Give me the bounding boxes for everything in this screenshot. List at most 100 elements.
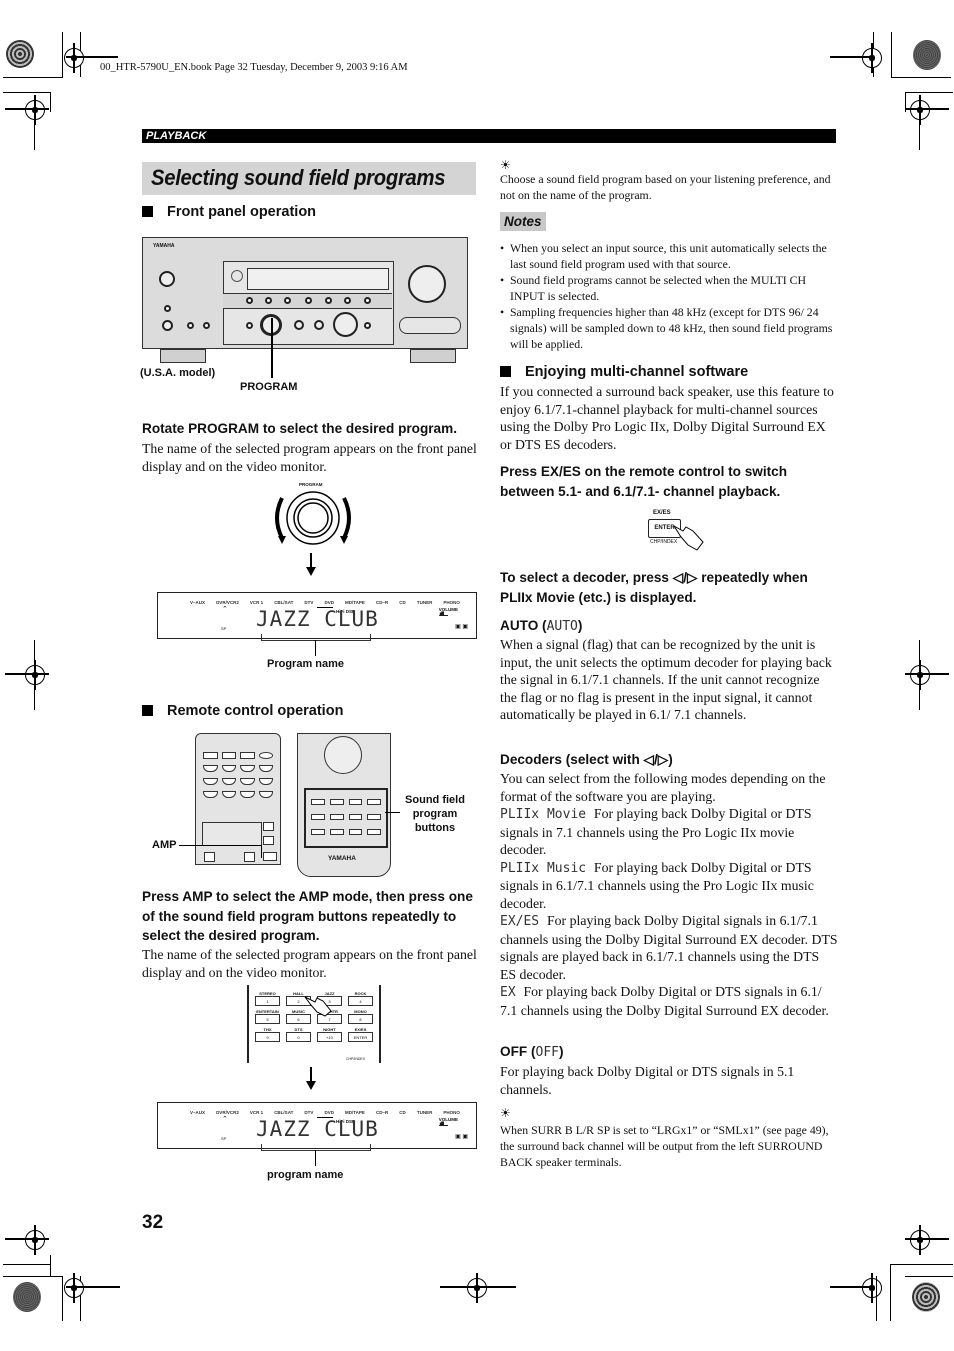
front-panel-heading: Front panel operation xyxy=(142,204,316,220)
sound-field-button xyxy=(348,814,363,820)
sound-field-button-stereo[interactable]: STEREO 1 xyxy=(255,991,280,1006)
yamaha-logo: YAMAHA xyxy=(153,243,175,249)
source-indicator: DVD xyxy=(324,600,334,605)
registration-mark xyxy=(25,1225,45,1255)
program-knob-rotate-icon xyxy=(275,491,351,545)
crop-mark xyxy=(891,77,951,78)
square-bullet-icon xyxy=(142,705,153,716)
program-name-caption: Program name xyxy=(267,658,345,670)
sound-field-button-entertain[interactable]: ENTERTAIN 5 xyxy=(255,1009,280,1024)
panel-button xyxy=(364,297,371,304)
source-indicator: PHONO xyxy=(443,1110,460,1115)
sound-field-button-dts[interactable]: DTS 0 xyxy=(286,1027,311,1042)
registration-mark xyxy=(862,43,882,73)
remote-button xyxy=(258,791,273,798)
crop-mark xyxy=(890,1264,891,1321)
panel-button xyxy=(325,297,332,304)
remote-button xyxy=(240,791,255,798)
crop-mark xyxy=(34,110,35,150)
source-indicator: V–AUX xyxy=(190,1110,206,1115)
remote-button xyxy=(221,765,236,772)
remote-button xyxy=(240,778,255,785)
sound-field-button xyxy=(311,799,325,805)
button-key: 9 xyxy=(255,1032,280,1042)
registration-swirl-bottom-right xyxy=(912,1282,940,1312)
sound-field-button-thx[interactable]: THX 9 xyxy=(255,1027,280,1042)
sound-field-button-ex-es[interactable]: EX/ES ENTER xyxy=(348,1027,373,1042)
front-panel-display: V–AUX DVR/VCR2 VCR 1 CBL/SAT DTV DVD MD/TAPE CD… xyxy=(157,592,477,639)
source-indicators: V–AUX DVR/VCR2 VCR 1 CBL/SAT DTV DVD MD/TAPE CD… xyxy=(190,1110,460,1115)
source-indicator: CD–R xyxy=(375,600,389,605)
registration-line xyxy=(830,1286,874,1288)
sound-field-callout-line xyxy=(385,812,400,813)
remote-yamaha-logo: YAMAHA xyxy=(328,855,356,862)
remote-button xyxy=(203,765,218,772)
registration-mark xyxy=(64,43,84,73)
source-indicator: CBL/SAT xyxy=(274,1110,294,1115)
remote-heading: Remote control operation xyxy=(142,703,343,719)
remote-button-grid xyxy=(203,752,273,798)
program-name-text: JAZZ CLUB xyxy=(256,1117,379,1141)
button-key: +10 xyxy=(317,1032,342,1042)
panel-button xyxy=(305,297,312,304)
speaker-icons: ▣ ▣ xyxy=(455,1134,468,1140)
program-knob-label: PROGRAM xyxy=(299,482,323,487)
fl-display-window xyxy=(247,268,389,290)
crop-mark xyxy=(50,92,51,112)
decoders-body: You can select from the following modes … xyxy=(500,770,838,1019)
tone-control-knob xyxy=(314,320,324,330)
front-button xyxy=(187,322,194,329)
program-name-text: JAZZ CLUB xyxy=(256,607,379,631)
speakers-button xyxy=(164,305,171,312)
notes-title: Notes xyxy=(500,212,546,231)
down-arrow-icon xyxy=(306,1067,316,1090)
hint-text: Choose a sound field program based on yo… xyxy=(500,172,831,202)
crop-mark xyxy=(3,1264,51,1265)
crop-mark xyxy=(891,32,892,77)
source-indicator: PHONO xyxy=(443,600,460,605)
panel-button xyxy=(265,297,272,304)
crop-mark xyxy=(62,1276,63,1321)
registration-mark xyxy=(910,660,930,690)
crop-mark xyxy=(3,1276,63,1277)
enter-sub-label: CHP/INDEX xyxy=(346,1057,366,1061)
crop-mark xyxy=(876,1276,877,1321)
sound-field-button-grid xyxy=(306,790,386,835)
source-indicators: V–AUX DVR/VCR2 VCR 1 CBL/SAT DTV DVD MD/TAPE CD… xyxy=(190,600,460,605)
crop-mark xyxy=(34,640,35,710)
sound-field-button-rock[interactable]: ROCK 4 xyxy=(348,991,373,1006)
sp-indicator: SP xyxy=(221,1136,227,1141)
registration-line xyxy=(5,1238,49,1240)
program-name-caption-remote: program name xyxy=(267,1169,344,1181)
program-callout-label: PROGRAM xyxy=(240,381,298,393)
volume-indicator: VOLUME .ııllll...... xyxy=(438,1117,458,1128)
button-label: ENTERTAIN xyxy=(256,1009,279,1014)
decoder-item: EX For playing back Dolby Digital or DTS… xyxy=(500,983,838,1019)
model-label: (U.S.A. model) xyxy=(140,367,216,379)
power-tv-button xyxy=(204,852,215,862)
remote-button xyxy=(203,778,218,785)
sound-field-button-mono[interactable]: MONO 8 xyxy=(348,1009,373,1024)
decoder-item: EX/ES For playing back Dolby Digital sig… xyxy=(500,912,838,983)
decoder-item: PLIIx Movie For playing back Dolby Digit… xyxy=(500,805,838,859)
program-callout-line xyxy=(271,318,273,378)
registration-mark xyxy=(25,95,45,125)
registration-mark xyxy=(910,1225,930,1255)
remote-button xyxy=(240,765,255,772)
pointing-hand-icon xyxy=(304,996,332,1017)
crop-mark xyxy=(3,92,51,93)
off-body: For playing back Dolby Digital or DTS si… xyxy=(500,1064,795,1097)
sound-field-button-night[interactable]: NIGHT +10 xyxy=(317,1027,342,1042)
decoder-description: For playing back Dolby Digital signals i… xyxy=(500,913,838,982)
remote-button xyxy=(221,752,236,759)
button-key: 1 xyxy=(255,996,280,1006)
registration-line xyxy=(830,56,874,58)
page-title-bar: Selecting sound field programs xyxy=(142,162,476,195)
button-key: ENTER xyxy=(348,1032,373,1042)
tuner-icon: ⌃ xyxy=(222,1115,228,1123)
source-indicator: DTV xyxy=(304,600,314,605)
remote-description: The name of the selected program appears… xyxy=(142,947,477,980)
receiver-foot xyxy=(160,349,206,363)
tone-control-knob xyxy=(294,320,304,330)
cursor-ring xyxy=(324,736,362,774)
